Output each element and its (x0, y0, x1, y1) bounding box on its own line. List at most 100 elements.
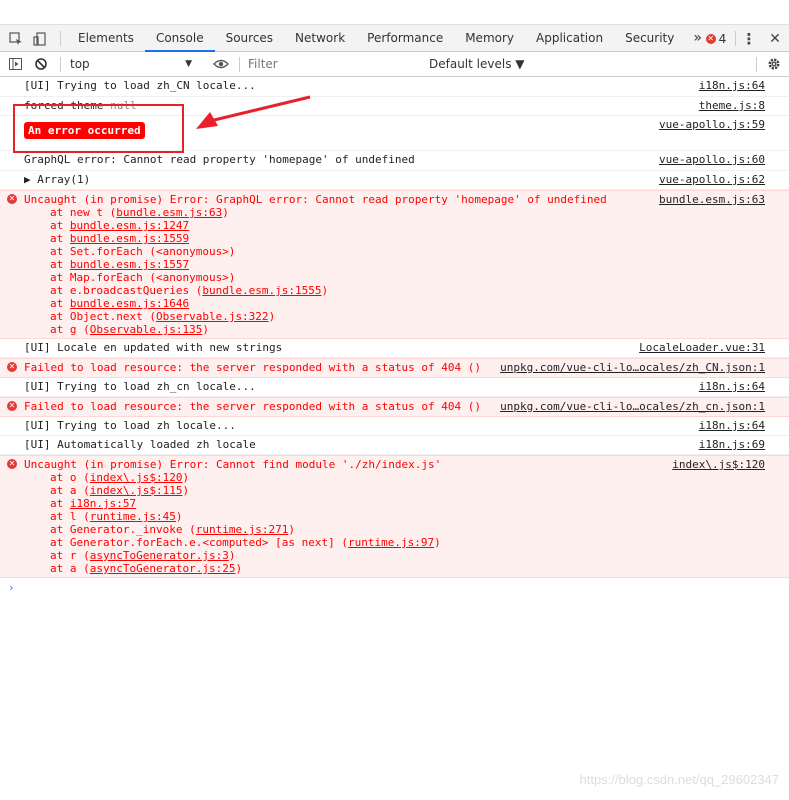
stack-frame-text: at r ( (50, 549, 90, 562)
tab-network[interactable]: Network (284, 25, 356, 52)
tab-security[interactable]: Security (614, 25, 685, 52)
stack-frame-text: ) (182, 484, 190, 497)
source-link[interactable]: bundle.esm.js:63 (659, 193, 765, 206)
stack-frame-text: ) (235, 562, 243, 575)
stack-frame-link[interactable]: index\.js$:115 (90, 484, 183, 497)
clear-console-icon[interactable] (32, 52, 50, 76)
context-selector[interactable]: top ▼ (66, 52, 198, 76)
stack-frame-text: ) (182, 471, 190, 484)
console-filter-bar: top ▼ Default levels ▼ (0, 52, 789, 77)
tab-sources[interactable]: Sources (215, 25, 284, 52)
stack-frame-text: at Generator._invoke ( (50, 523, 196, 536)
stack-trace: at new t (bundle.esm.js:63) at bundle.esm… (24, 206, 765, 336)
source-link[interactable]: index\.js$:120 (672, 458, 765, 471)
stack-frame-text: ) (222, 206, 229, 219)
console-message: [UI] Automatically loaded zh locale i18n… (0, 436, 789, 455)
console-message[interactable]: ▶ Array(1) vue-apollo.js:62 (0, 171, 789, 190)
source-link[interactable]: LocaleLoader.vue:31 (639, 341, 765, 354)
stack-frame-link[interactable]: bundle.esm.js:1646 (70, 297, 189, 310)
watermark: https://blog.csdn.net/qq_29602347 (579, 772, 780, 787)
stack-frame-link[interactable]: bundle.esm.js:1557 (70, 258, 189, 271)
error-icon: ✕ (705, 33, 716, 44)
stack-frame-text: at a ( (50, 562, 90, 575)
stack-frame-link[interactable]: runtime.js:97 (348, 536, 434, 549)
error-text: Uncaught (in promise) Error: Cannot find… (24, 458, 442, 471)
stack-frame: at g (Observable.js:135) (24, 323, 765, 336)
stack-frame-link[interactable]: bundle.esm.js:63 (116, 206, 222, 219)
stack-frame-link[interactable]: bundle.esm.js:1555 (202, 284, 321, 297)
stack-frame: at bundle.esm.js:1646 (24, 297, 765, 310)
source-link[interactable]: theme.js:8 (699, 99, 765, 112)
source-link[interactable]: i18n.js:69 (699, 438, 765, 451)
panel-tabs: Elements Console Sources Network Perform… (67, 25, 710, 52)
stack-frame-text: ) (175, 510, 183, 523)
stack-frame-text: ) (268, 310, 276, 323)
filter-input[interactable] (244, 55, 426, 73)
stack-frame-text: ) (202, 323, 209, 336)
array-expander[interactable]: ▶ Array(1) (24, 173, 765, 186)
inspect-element-icon[interactable] (6, 25, 26, 52)
tab-elements[interactable]: Elements (67, 25, 145, 52)
stack-frame-link[interactable]: runtime.js:271 (196, 523, 289, 536)
stack-frame-link[interactable]: asyncToGenerator.js:25 (90, 562, 236, 575)
console-error: ✕ Failed to load resource: the server re… (0, 397, 789, 417)
toolbar-divider (60, 31, 61, 46)
close-icon[interactable]: ✕ (766, 25, 784, 52)
stack-frame-link[interactable]: Observable.js:135 (90, 323, 203, 336)
error-counter[interactable]: ✕ 4 (703, 25, 729, 52)
source-link[interactable]: unpkg.com/vue-cli-lo…ocales/zh_CN.json:1 (500, 361, 765, 374)
stack-frame: at Set.forEach (<anonymous>) (24, 245, 765, 258)
annotation-arrow-icon (196, 95, 311, 129)
console-message: [UI] Trying to load zh locale... i18n.js… (0, 417, 789, 436)
stack-frame-link[interactable]: bundle.esm.js:1559 (70, 232, 189, 245)
gear-icon[interactable] (765, 52, 783, 76)
message-text: [UI] Automatically loaded zh locale (24, 438, 256, 451)
console-prompt-row[interactable]: › (0, 578, 789, 598)
stack-frame-link[interactable]: bundle.esm.js:1247 (70, 219, 189, 232)
source-link[interactable]: unpkg.com/vue-cli-lo…ocales/zh_cn.json:1 (500, 400, 765, 413)
show-sidebar-icon[interactable] (6, 52, 24, 76)
message-text: GraphQL error: Cannot read property 'hom… (24, 153, 415, 166)
console-message: [UI] Locale en updated with new strings … (0, 339, 789, 358)
stack-frame: at e.broadcastQueries (bundle.esm.js:155… (24, 284, 765, 297)
stack-frame-link[interactable]: Observable.js:322 (156, 310, 269, 323)
console-message: [UI] Trying to load zh_CN locale... i18n… (0, 77, 789, 97)
stack-frame-text: at (50, 258, 70, 271)
stack-frame: at Map.forEach (<anonymous>) (24, 271, 765, 284)
source-link[interactable]: vue-apollo.js:62 (659, 173, 765, 186)
context-value: top (70, 57, 90, 71)
stack-frame: at bundle.esm.js:1247 (24, 219, 765, 232)
message-text: [UI] Trying to load zh_CN locale... (24, 79, 256, 92)
stack-frame-text: ) (228, 549, 236, 562)
stack-frame: at new t (bundle.esm.js:63) (24, 206, 765, 219)
tab-application[interactable]: Application (525, 25, 614, 52)
stack-trace: at o (index\.js$:120) at a ( index\.js$:11… (24, 471, 765, 575)
source-link[interactable]: i18n.js:64 (699, 380, 765, 393)
error-count: 4 (718, 31, 727, 46)
eye-icon[interactable] (210, 52, 232, 76)
log-levels-dropdown[interactable]: Default levels ▼ (429, 52, 525, 76)
stack-frame-link[interactable]: asyncToGenerator.js:3 (90, 549, 229, 562)
kebab-menu-icon[interactable]: ⋮ (742, 25, 757, 52)
stack-frame-text: at Map.forEach (<anonymous>) (50, 271, 236, 284)
stack-frame: at l (runtime.js:45) (24, 510, 765, 523)
stack-frame-text: at new t ( (50, 206, 117, 219)
stack-frame-link[interactable]: index\.js$:120 (90, 471, 183, 484)
stack-frame: at o (index\.js$:120) (24, 471, 765, 484)
tab-console[interactable]: Console (144, 25, 215, 52)
stack-frame-link[interactable]: i18n.js:57 (70, 497, 136, 510)
tab-performance[interactable]: Performance (356, 25, 454, 52)
source-link[interactable]: vue-apollo.js:59 (659, 118, 765, 131)
stack-frame-link[interactable]: runtime.js:45 (90, 510, 176, 523)
console-error: ✕ Uncaught (in promise) Error: GraphQL e… (0, 190, 789, 339)
message-text: [UI] Trying to load zh locale... (24, 419, 236, 432)
chevron-down-icon: ▼ (185, 59, 192, 69)
stack-frame-text: at (50, 497, 70, 510)
source-link[interactable]: vue-apollo.js:60 (659, 153, 765, 166)
source-link[interactable]: i18n.js:64 (699, 419, 765, 432)
tab-memory[interactable]: Memory (454, 25, 525, 52)
stack-frame-text: at (50, 232, 70, 245)
device-toolbar-icon[interactable] (30, 25, 50, 52)
source-link[interactable]: i18n.js:64 (699, 79, 765, 92)
toolbar-divider (756, 57, 757, 72)
